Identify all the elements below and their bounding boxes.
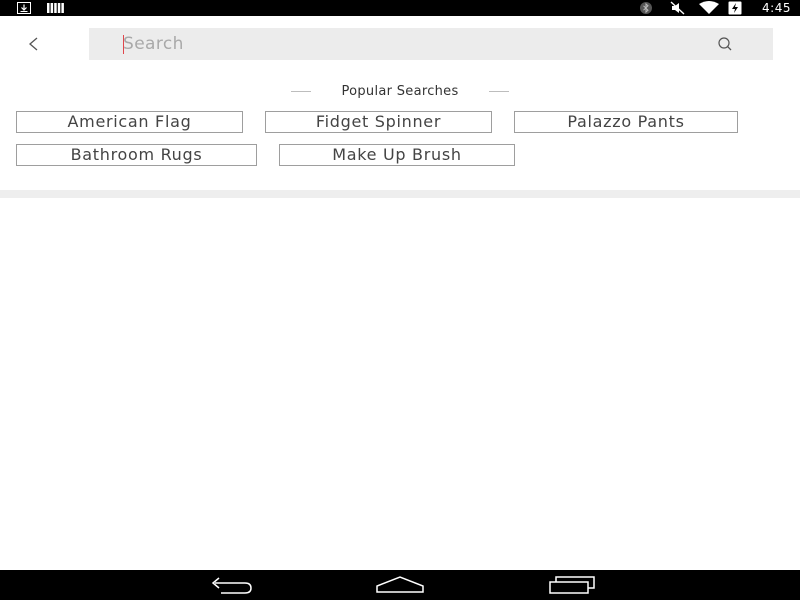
wifi-icon xyxy=(699,1,719,14)
popular-search-chip[interactable]: Palazzo Pants xyxy=(514,111,738,133)
popular-search-chip[interactable]: Bathroom Rugs xyxy=(16,144,257,166)
heading-rule-left xyxy=(291,91,311,92)
download-icon xyxy=(17,2,31,14)
popular-searches-heading: Popular Searches xyxy=(341,84,459,99)
text-cursor xyxy=(123,35,124,54)
navigation-bar xyxy=(0,570,800,600)
heading-rule-right xyxy=(489,91,509,92)
recents-nav-icon[interactable] xyxy=(546,574,598,596)
status-time: 4:45 xyxy=(762,1,791,15)
signal-bars-icon xyxy=(47,3,64,13)
popular-search-chip[interactable]: Fidget Spinner xyxy=(265,111,492,133)
search-icon[interactable] xyxy=(714,35,736,53)
back-chevron-icon[interactable] xyxy=(20,30,48,58)
section-divider xyxy=(0,190,800,198)
search-screen: 4:45 Popular Searches American Flag Fidg… xyxy=(0,0,800,600)
search-input[interactable] xyxy=(123,28,683,60)
battery-charging-icon xyxy=(728,1,742,15)
bluetooth-icon xyxy=(640,2,652,14)
status-bar: 4:45 xyxy=(0,0,800,16)
popular-search-chip[interactable]: Make Up Brush xyxy=(279,144,515,166)
home-nav-icon[interactable] xyxy=(374,574,426,596)
search-bar[interactable] xyxy=(89,28,773,60)
back-nav-icon[interactable] xyxy=(203,574,255,596)
popular-search-chip[interactable]: American Flag xyxy=(16,111,243,133)
mute-icon xyxy=(670,1,685,15)
